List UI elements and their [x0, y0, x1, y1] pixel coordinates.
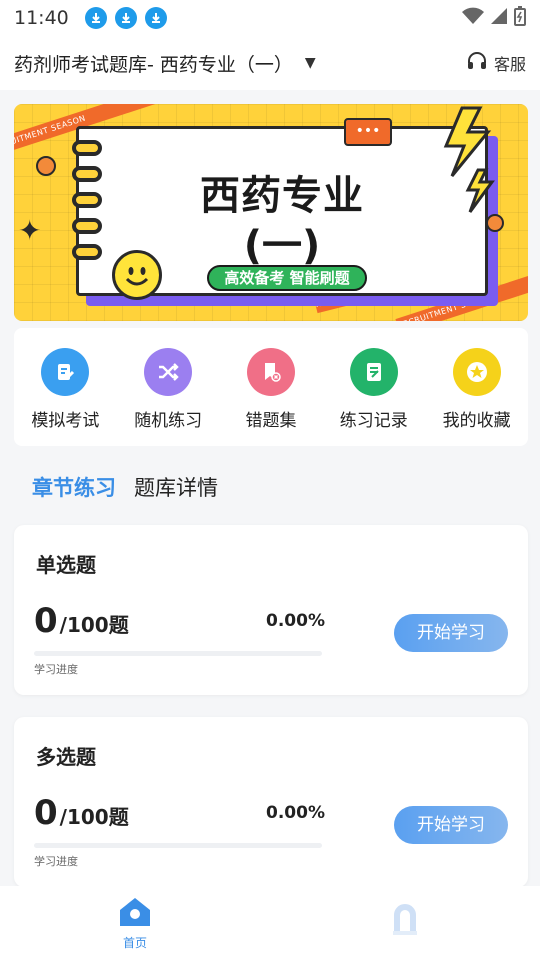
circle-decoration-icon: [486, 214, 504, 232]
start-study-button[interactable]: 开始学习: [394, 614, 508, 652]
nav-home[interactable]: 首页: [0, 886, 270, 960]
notepad-icon: [349, 347, 398, 396]
progress-label: 学习进度: [34, 855, 78, 868]
app-header: 药剂师考试题库- 西药专业（一） ▼ 客服: [0, 36, 540, 90]
tab-bank-details[interactable]: 题库详情: [134, 472, 218, 502]
headset-icon: [466, 50, 488, 76]
battery-icon: [514, 6, 526, 30]
progress-percent: 0.00%: [266, 611, 325, 631]
banner-tag: 高效备考 智能刷题: [207, 265, 367, 291]
section-tabs: 章节练习 题库详情: [32, 472, 218, 502]
progress-bar: [34, 651, 322, 656]
quick-item-label: 错题集: [245, 410, 297, 431]
question-count: 0 /100题: [34, 793, 129, 833]
bookmark-error-icon: [246, 347, 295, 396]
signal-icon: [490, 7, 508, 29]
question-count: 0 /100题: [34, 601, 129, 641]
profile-icon: [387, 901, 423, 945]
shuffle-icon: [144, 347, 193, 396]
lightning-icon: [438, 106, 502, 220]
progress-bar: [34, 843, 322, 848]
progress-percent: 0.00%: [266, 803, 325, 823]
quick-item-practice-record[interactable]: 练习记录: [324, 347, 424, 431]
download-icon: [84, 7, 107, 29]
practice-card-single-choice: 单选题 0 /100题 0.00% 学习进度 开始学习: [14, 525, 528, 695]
status-bar: 11:40: [0, 0, 540, 36]
done-count: 0: [34, 793, 58, 833]
quick-item-favorites[interactable]: 我的收藏: [427, 347, 527, 431]
chat-bubble-icon: •••: [344, 118, 392, 146]
total-count: /100题: [59, 613, 129, 637]
smiley-icon: [112, 250, 162, 300]
tab-chapter-practice[interactable]: 章节练习: [32, 472, 116, 502]
download-icon: [114, 7, 137, 29]
banner[interactable]: RECRUITMENT SEASON RECRUITMENT SEASON RE…: [14, 104, 528, 321]
quick-item-label: 模拟考试: [31, 410, 100, 431]
customer-service-label: 客服: [493, 55, 526, 74]
card-title: 多选题: [36, 745, 96, 769]
wifi-icon: [462, 7, 484, 29]
progress-label: 学习进度: [34, 663, 78, 676]
download-icon: [144, 7, 167, 29]
quick-item-wrong-questions[interactable]: 错题集: [221, 347, 321, 431]
spiral-ring-icon: [72, 192, 102, 208]
quick-item-label: 随机练习: [134, 410, 203, 431]
total-count: /100题: [59, 805, 129, 829]
quick-item-label: 我的收藏: [442, 410, 511, 431]
quick-item-mock-exam[interactable]: 模拟考试: [15, 347, 115, 431]
spiral-ring-icon: [72, 244, 102, 260]
chevron-down-icon[interactable]: ▼: [305, 55, 316, 71]
start-study-button[interactable]: 开始学习: [394, 806, 508, 844]
star-icon: [452, 347, 501, 396]
bank-selector-title[interactable]: 药剂师考试题库- 西药专业（一）: [14, 50, 293, 77]
practice-card-multiple-choice: 多选题 0 /100题 0.00% 学习进度 开始学习: [14, 717, 528, 887]
spiral-ring-icon: [72, 166, 102, 182]
bottom-nav: 首页: [0, 886, 540, 960]
status-time: 11:40: [14, 7, 69, 29]
card-title: 单选题: [36, 553, 96, 577]
customer-service-button[interactable]: 客服: [466, 50, 526, 76]
spiral-ring-icon: [72, 140, 102, 156]
quick-item-random-practice[interactable]: 随机练习: [118, 347, 218, 431]
nav-profile[interactable]: [270, 886, 540, 960]
done-count: 0: [34, 601, 58, 641]
document-edit-icon: [41, 347, 90, 396]
spiral-ring-icon: [72, 218, 102, 234]
home-icon: [117, 896, 153, 932]
quick-item-label: 练习记录: [339, 410, 408, 431]
quick-menu: 模拟考试 随机练习 错题集 练习记录 我的收藏: [14, 328, 528, 446]
sparkle-icon: ✦: [18, 214, 42, 247]
nav-label: 首页: [122, 935, 147, 950]
circle-decoration-icon: [36, 156, 56, 176]
